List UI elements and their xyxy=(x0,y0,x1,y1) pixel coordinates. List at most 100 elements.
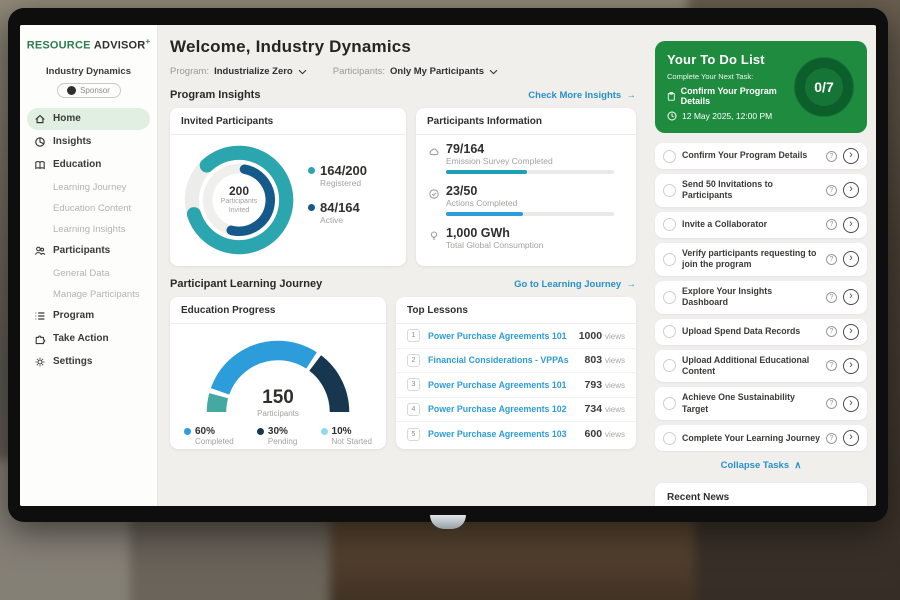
chevron-down-icon xyxy=(489,69,498,75)
lesson-row: 4 Power Purchase Agreements 102 734 view… xyxy=(396,398,636,423)
card-title: Invited Participants xyxy=(170,108,406,135)
sidebar-item-learning-journey[interactable]: Learning Journey xyxy=(27,177,150,198)
help-icon[interactable]: ? xyxy=(826,185,837,196)
emission-progress-bar xyxy=(446,170,614,174)
participants-information-card: Participants Information 79/164 Emission… xyxy=(416,108,636,266)
lesson-link[interactable]: Power Purchase Agreements 103 xyxy=(428,429,585,439)
education-gauge-chart: 150 Participants xyxy=(203,334,353,418)
chevron-right-icon[interactable]: › xyxy=(843,182,859,198)
participants-icon xyxy=(34,245,46,257)
task-row-invite-collaborator[interactable]: Invite a Collaborator ? › xyxy=(655,212,867,238)
chevron-right-icon[interactable]: › xyxy=(843,217,859,233)
task-row-achieve-sustainability-target[interactable]: Achieve One Sustainability Target ? › xyxy=(655,387,867,420)
task-row-explore-insights[interactable]: Explore Your Insights Dashboard ? › xyxy=(655,281,867,314)
education-icon xyxy=(34,159,46,171)
sidebar-item-manage-participants[interactable]: Manage Participants xyxy=(27,284,150,305)
clipboard-icon xyxy=(667,91,676,102)
help-icon[interactable]: ? xyxy=(826,254,837,265)
lesson-row: 5 Power Purchase Agreements 103 600 view… xyxy=(396,422,636,447)
program-icon xyxy=(34,310,46,322)
sidebar: RESOURCE ADVISOR+ Industry Dynamics Spon… xyxy=(20,25,158,506)
card-title: Participants Information xyxy=(416,108,636,135)
registered-dot-icon xyxy=(308,167,315,174)
task-row-upload-spend-data[interactable]: Upload Spend Data Records ? › xyxy=(655,319,867,345)
sidebar-item-education[interactable]: Education xyxy=(27,154,150,176)
monitor-frame: RESOURCE ADVISOR+ Industry Dynamics Spon… xyxy=(8,8,888,522)
task-list: Confirm Your Program Details ? › Send 50… xyxy=(655,143,867,451)
task-checkbox[interactable] xyxy=(663,253,676,266)
help-icon[interactable]: ? xyxy=(826,360,837,371)
sidebar-item-participants[interactable]: Participants xyxy=(27,240,150,262)
participants-filter[interactable]: Participants: Only My Participants xyxy=(333,66,498,77)
chevron-right-icon[interactable]: › xyxy=(843,251,859,267)
chevron-right-icon[interactable]: › xyxy=(843,148,859,164)
program-filter[interactable]: Program: Industrialize Zero xyxy=(170,66,307,77)
task-row-confirm-program[interactable]: Confirm Your Program Details ? › xyxy=(655,143,867,169)
sidebar-item-home[interactable]: Home xyxy=(27,108,150,130)
help-icon[interactable]: ? xyxy=(826,219,837,230)
legend-pending: 30% Pending xyxy=(257,426,297,446)
sidebar-nav: Home Insights Education Learning Journey… xyxy=(20,108,157,373)
help-icon[interactable]: ? xyxy=(826,292,837,303)
sidebar-item-take-action[interactable]: Take Action xyxy=(27,328,150,350)
org-name: Industry Dynamics xyxy=(20,66,157,77)
chevron-right-icon[interactable]: › xyxy=(843,396,859,412)
insights-icon xyxy=(34,136,46,148)
task-row-upload-educational-content[interactable]: Upload Additional Educational Content ? … xyxy=(655,350,867,383)
task-checkbox[interactable] xyxy=(663,432,676,445)
sidebar-item-learning-insights[interactable]: Learning Insights xyxy=(27,219,150,240)
lesson-link[interactable]: Power Purchase Agreements 102 xyxy=(428,404,585,414)
legend-completed: 60% Completed xyxy=(184,426,234,446)
lesson-link[interactable]: Power Purchase Agreements 101 xyxy=(428,380,585,390)
help-icon[interactable]: ? xyxy=(826,398,837,409)
task-row-complete-learning-journey[interactable]: Complete Your Learning Journey ? › xyxy=(655,425,867,451)
consumption-row: 1,000 GWh Total Global Consumption xyxy=(416,219,636,254)
sidebar-item-general-data[interactable]: General Data xyxy=(27,263,150,284)
help-icon[interactable]: ? xyxy=(826,433,837,444)
sponsor-icon xyxy=(67,86,76,95)
help-icon[interactable]: ? xyxy=(826,326,837,337)
top-lessons-card: Top Lessons 1 Power Purchase Agreements … xyxy=(396,297,636,449)
go-to-learning-journey-link[interactable]: Go to Learning Journey → xyxy=(514,279,636,290)
arrow-right-icon: → xyxy=(627,279,637,290)
section-title-learning-journey: Participant Learning Journey xyxy=(170,278,322,290)
chevron-right-icon[interactable]: › xyxy=(843,430,859,446)
settings-icon xyxy=(34,356,46,368)
check-more-insights-link[interactable]: Check More Insights → xyxy=(528,90,636,101)
filters: Program: Industrialize Zero Participants… xyxy=(170,66,636,77)
recent-news-card: Recent News xyxy=(655,483,867,506)
todo-progress-ring: 0/7 xyxy=(791,54,857,120)
task-checkbox[interactable] xyxy=(663,218,676,231)
chevron-down-icon xyxy=(298,69,307,75)
chevron-right-icon[interactable]: › xyxy=(843,358,859,374)
sidebar-item-program[interactable]: Program xyxy=(27,305,150,327)
actions-icon xyxy=(428,188,440,200)
task-checkbox[interactable] xyxy=(663,359,676,372)
emission-survey-row: 79/164 Emission Survey Completed xyxy=(416,135,636,177)
invited-participants-card: Invited Participants 200 Partic xyxy=(170,108,406,266)
app-logo: RESOURCE ADVISOR+ xyxy=(20,37,157,52)
task-row-send-invitations[interactable]: Send 50 Invitations to Participants ? › xyxy=(655,174,867,207)
sidebar-item-insights[interactable]: Insights xyxy=(27,131,150,153)
sidebar-item-settings[interactable]: Settings xyxy=(27,351,150,373)
task-checkbox[interactable] xyxy=(663,397,676,410)
not-started-dot-icon xyxy=(321,428,328,435)
home-icon xyxy=(34,113,46,125)
todo-panel: Your To Do List Complete Your Next Task:… xyxy=(646,25,876,506)
collapse-tasks-link[interactable]: Collapse Tasks ∧ xyxy=(655,456,867,477)
rank-badge: 2 xyxy=(407,354,420,367)
rank-badge: 1 xyxy=(407,329,420,342)
task-checkbox[interactable] xyxy=(663,150,676,163)
lesson-row: 2 Financial Considerations - VPPAs 803 v… xyxy=(396,349,636,374)
task-checkbox[interactable] xyxy=(663,291,676,304)
chevron-right-icon[interactable]: › xyxy=(843,289,859,305)
lesson-link[interactable]: Power Purchase Agreements 101 xyxy=(428,331,579,341)
help-icon[interactable]: ? xyxy=(826,151,837,162)
section-title-program-insights: Program Insights xyxy=(170,89,260,101)
lesson-link[interactable]: Financial Considerations - VPPAs xyxy=(428,355,585,365)
task-row-verify-participants[interactable]: Verify participants requesting to join t… xyxy=(655,243,867,276)
sidebar-item-education-content[interactable]: Education Content xyxy=(27,198,150,219)
task-checkbox[interactable] xyxy=(663,184,676,197)
chevron-right-icon[interactable]: › xyxy=(843,324,859,340)
task-checkbox[interactable] xyxy=(663,325,676,338)
